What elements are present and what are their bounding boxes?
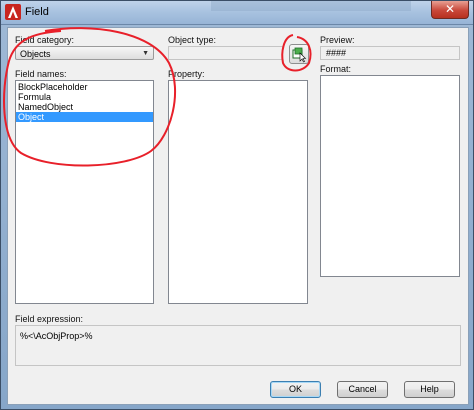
- property-list[interactable]: [168, 80, 308, 304]
- object-type-field: [168, 46, 283, 60]
- autocad-logo-icon: [5, 4, 21, 20]
- format-list[interactable]: [320, 75, 460, 277]
- field-names-list[interactable]: BlockPlaceholder Formula NamedObject Obj…: [15, 80, 154, 304]
- property-label: Property:: [168, 69, 205, 79]
- field-category-dropdown[interactable]: Objects ▼: [15, 46, 154, 60]
- ok-button[interactable]: OK: [270, 381, 321, 398]
- title-bar[interactable]: Field ✕: [1, 1, 473, 25]
- list-item-selected[interactable]: Object: [16, 112, 153, 122]
- dialog-body: Field category: Objects ▼ Field names: B…: [7, 27, 469, 405]
- close-button[interactable]: ✕: [431, 1, 469, 19]
- select-object-button[interactable]: [289, 44, 309, 64]
- preview-field: ####: [320, 46, 460, 60]
- list-item[interactable]: BlockPlaceholder: [16, 82, 153, 92]
- background-window-strip: [211, 1, 411, 11]
- field-expression-label: Field expression:: [15, 314, 84, 324]
- field-expression-value: %<\AcObjProp>%: [20, 331, 93, 341]
- list-item[interactable]: Formula: [16, 92, 153, 102]
- field-names-label: Field names:: [15, 69, 67, 79]
- object-type-label: Object type:: [168, 35, 217, 45]
- field-expression-box[interactable]: %<\AcObjProp>%: [15, 325, 461, 366]
- preview-label: Preview:: [320, 35, 355, 45]
- field-dialog: Field ✕ Field category: Objects ▼ Field …: [0, 0, 474, 410]
- cancel-button[interactable]: Cancel: [337, 381, 388, 398]
- field-category-value: Objects: [20, 49, 51, 59]
- chevron-down-icon: ▼: [142, 50, 149, 57]
- help-button[interactable]: Help: [404, 381, 455, 398]
- format-label: Format:: [320, 64, 352, 74]
- dialog-title: Field: [25, 6, 49, 18]
- field-category-label: Field category:: [15, 35, 75, 45]
- select-object-icon: [292, 47, 307, 63]
- preview-value: ####: [326, 48, 347, 58]
- list-item[interactable]: NamedObject: [16, 102, 153, 112]
